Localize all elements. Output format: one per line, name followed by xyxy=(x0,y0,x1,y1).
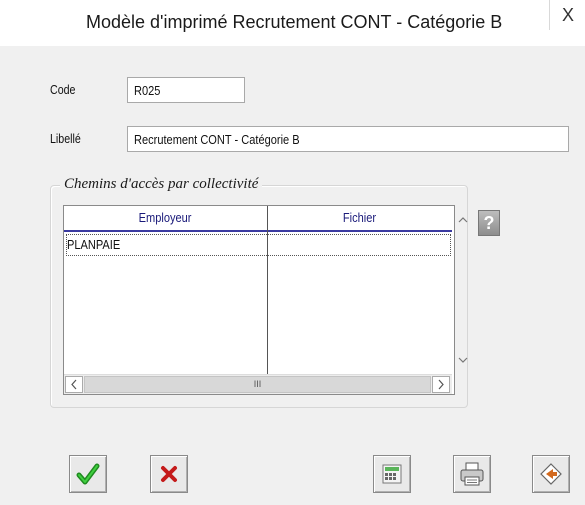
help-button[interactable]: ? xyxy=(478,210,500,236)
grid-header: Employeur Fichier xyxy=(64,206,452,232)
close-button[interactable]: X xyxy=(549,0,585,30)
calculator-button[interactable] xyxy=(373,455,411,493)
validate-button[interactable] xyxy=(69,455,107,493)
column-header-employeur[interactable]: Employeur xyxy=(64,206,267,230)
horizontal-scrollbar[interactable]: III xyxy=(64,374,452,394)
libelle-value: Recrutement CONT - Catégorie B xyxy=(134,132,300,147)
code-field[interactable]: R025 xyxy=(127,77,245,103)
access-paths-grid[interactable]: Employeur Fichier PLANPAIE III xyxy=(63,205,468,395)
checkmark-icon xyxy=(76,463,100,485)
libelle-label: Libellé xyxy=(50,131,81,146)
printer-icon xyxy=(460,462,484,486)
code-label: Code xyxy=(50,82,76,97)
cell-employeur: PLANPAIE xyxy=(67,237,121,252)
scroll-right-icon[interactable] xyxy=(432,376,450,393)
window-title: Modèle d'imprimé Recrutement CONT - Caté… xyxy=(86,12,503,32)
scroll-down-icon[interactable] xyxy=(454,351,472,369)
access-paths-group-title: Chemins d'accès par collectivité xyxy=(60,176,263,193)
calculator-icon xyxy=(382,464,402,484)
print-button[interactable] xyxy=(453,455,491,493)
scroll-left-icon[interactable] xyxy=(65,376,83,393)
export-button[interactable] xyxy=(532,455,570,493)
title-bar: Modèle d'imprimé Recrutement CONT - Caté… xyxy=(0,0,585,46)
libelle-field[interactable]: Recrutement CONT - Catégorie B xyxy=(127,126,569,152)
code-value: R025 xyxy=(134,83,161,98)
cross-icon xyxy=(161,466,177,482)
table-row[interactable]: PLANPAIE xyxy=(66,234,451,256)
cancel-button[interactable] xyxy=(150,455,188,493)
scroll-up-icon[interactable] xyxy=(454,211,472,229)
column-header-fichier[interactable]: Fichier xyxy=(268,206,452,230)
dialog-window: Modèle d'imprimé Recrutement CONT - Caté… xyxy=(0,0,585,505)
export-icon xyxy=(540,463,562,485)
column-divider xyxy=(267,206,268,374)
scroll-thumb[interactable]: III xyxy=(84,376,431,393)
